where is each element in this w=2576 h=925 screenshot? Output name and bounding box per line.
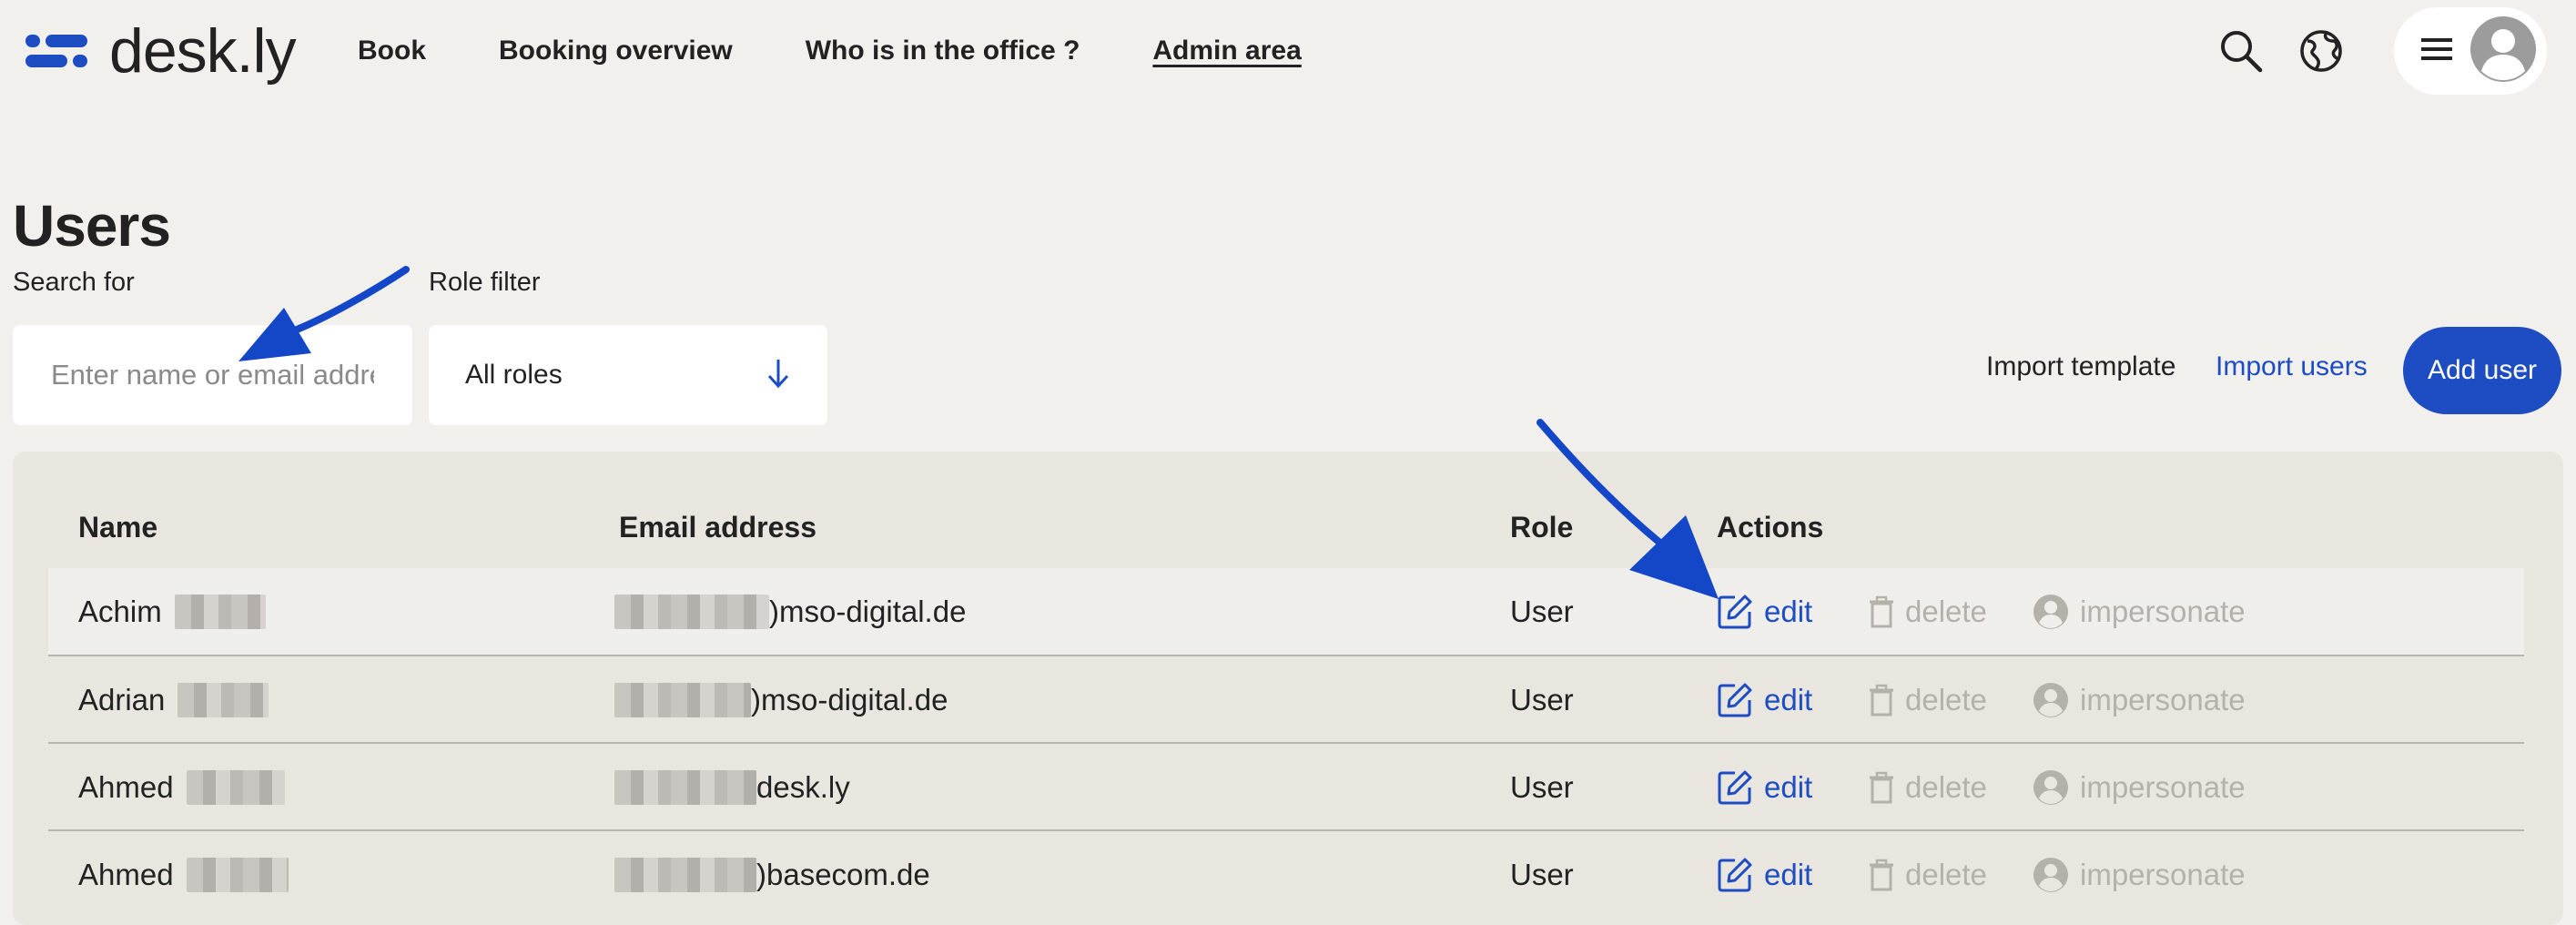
user-email-domain: )basecom.de	[756, 857, 930, 891]
edit-icon	[1718, 858, 1752, 891]
redacted-last-name	[186, 769, 285, 805]
role-filter-value: All roles	[465, 360, 563, 390]
search-input[interactable]	[49, 358, 376, 392]
impersonate-label: impersonate	[2080, 857, 2246, 891]
redacted-email-local	[614, 594, 769, 629]
user-name: Ahmed	[78, 744, 285, 830]
user-email-domain: )mso-digital.de	[769, 594, 967, 628]
edit-icon	[1718, 595, 1752, 628]
redacted-email-local	[614, 682, 751, 717]
user-email: )mso-digital.de	[614, 568, 966, 655]
user-email: )mso-digital.de	[614, 656, 948, 743]
user-role: User	[1510, 857, 1574, 891]
delete-button[interactable]: delete	[1869, 744, 1987, 830]
delete-button[interactable]: delete	[1869, 568, 1987, 655]
trash-icon	[1870, 859, 1893, 890]
role-filter-label: Role filter	[429, 268, 541, 297]
user-email: desk.ly	[614, 744, 850, 830]
import-users-link[interactable]: Import users	[2216, 351, 2368, 382]
nav-link-admin-area[interactable]: Admin area	[1152, 36, 1301, 66]
add-user-button[interactable]: Add user	[2403, 327, 2561, 414]
person-icon	[2033, 594, 2068, 629]
edit-icon	[1718, 770, 1752, 804]
edit-label: edit	[1764, 594, 1813, 628]
redacted-last-name	[186, 857, 289, 892]
desk-ly-logo[interactable]: desk.ly	[25, 9, 297, 93]
edit-button[interactable]: edit	[1717, 744, 1812, 830]
edit-label: edit	[1764, 682, 1813, 717]
redacted-email-local	[614, 857, 756, 892]
user-name: Adrian	[78, 656, 269, 743]
edit-button[interactable]: edit	[1717, 831, 1812, 918]
impersonate-label: impersonate	[2080, 682, 2246, 717]
delete-label: delete	[1905, 594, 1987, 628]
role-filter-select[interactable]: All roles	[429, 325, 827, 425]
person-icon	[2033, 682, 2068, 717]
search-icon[interactable]	[2212, 22, 2270, 80]
column-header-email: Email address	[619, 511, 816, 544]
nav-link-who-is-in-office[interactable]: Who is in the office ?	[806, 36, 1080, 66]
user-role: User	[1510, 594, 1574, 628]
trash-icon	[1870, 771, 1893, 803]
column-header-role: Role	[1510, 511, 1574, 544]
edit-label: edit	[1764, 769, 1813, 804]
menu-icon	[2421, 36, 2452, 66]
table-row: Ahmed )basecom.de User edit delete imper…	[48, 831, 2524, 918]
person-icon	[2033, 769, 2068, 805]
user-name: Ahmed	[78, 831, 289, 918]
column-header-name: Name	[78, 511, 158, 544]
logo-text: desk.ly	[109, 16, 297, 86]
user-email: )basecom.de	[614, 831, 930, 918]
user-first-name: Ahmed	[78, 857, 174, 891]
globe-icon[interactable]	[2292, 22, 2350, 80]
redacted-last-name	[174, 594, 266, 629]
column-header-actions: Actions	[1717, 511, 1824, 544]
top-navigation-bar: desk.ly Book Booking overview Who is in …	[0, 0, 2576, 102]
page-title: Users	[13, 193, 171, 259]
logo-mark-icon	[25, 33, 95, 69]
edit-label: edit	[1764, 857, 1813, 891]
edit-icon	[1718, 683, 1752, 717]
delete-label: delete	[1905, 857, 1987, 891]
nav-link-book[interactable]: Book	[358, 36, 426, 66]
user-email-domain: )mso-digital.de	[751, 682, 948, 717]
impersonate-button[interactable]: impersonate	[2033, 568, 2246, 655]
nav-link-booking-overview[interactable]: Booking overview	[499, 36, 733, 66]
impersonate-label: impersonate	[2080, 769, 2246, 804]
import-template-link[interactable]: Import template	[1986, 351, 2175, 382]
table-row: Adrian )mso-digital.de User edit delete …	[48, 656, 2524, 743]
trash-icon	[1870, 684, 1893, 716]
user-email-domain: desk.ly	[756, 769, 850, 804]
main-nav: Book Booking overview Who is in the offi…	[358, 0, 1374, 102]
user-menu-button[interactable]	[2394, 7, 2547, 95]
impersonate-button[interactable]: impersonate	[2033, 656, 2246, 743]
arrow-down-icon	[766, 358, 791, 393]
user-first-name: Ahmed	[78, 769, 174, 804]
delete-button[interactable]: delete	[1869, 831, 1987, 918]
table-row: Achim )mso-digital.de User edit delete i…	[48, 568, 2524, 655]
impersonate-button[interactable]: impersonate	[2033, 831, 2246, 918]
delete-label: delete	[1905, 769, 1987, 804]
person-icon	[2033, 857, 2068, 892]
delete-button[interactable]: delete	[1869, 656, 1987, 743]
table-row: Ahmed desk.ly User edit delete impersona…	[48, 744, 2524, 830]
delete-label: delete	[1905, 682, 1987, 717]
user-name: Achim	[78, 568, 266, 655]
search-label: Search for	[13, 268, 135, 297]
impersonate-label: impersonate	[2080, 594, 2246, 628]
user-role: User	[1510, 682, 1574, 717]
edit-button[interactable]: edit	[1717, 568, 1812, 655]
search-field	[13, 325, 412, 425]
user-role: User	[1510, 769, 1574, 804]
user-first-name: Achim	[78, 594, 162, 628]
trash-icon	[1870, 595, 1893, 627]
avatar-icon	[2470, 15, 2536, 86]
edit-button[interactable]: edit	[1717, 656, 1812, 743]
user-first-name: Adrian	[78, 682, 166, 717]
redacted-email-local	[614, 769, 756, 805]
redacted-last-name	[177, 682, 269, 717]
impersonate-button[interactable]: impersonate	[2033, 744, 2246, 830]
